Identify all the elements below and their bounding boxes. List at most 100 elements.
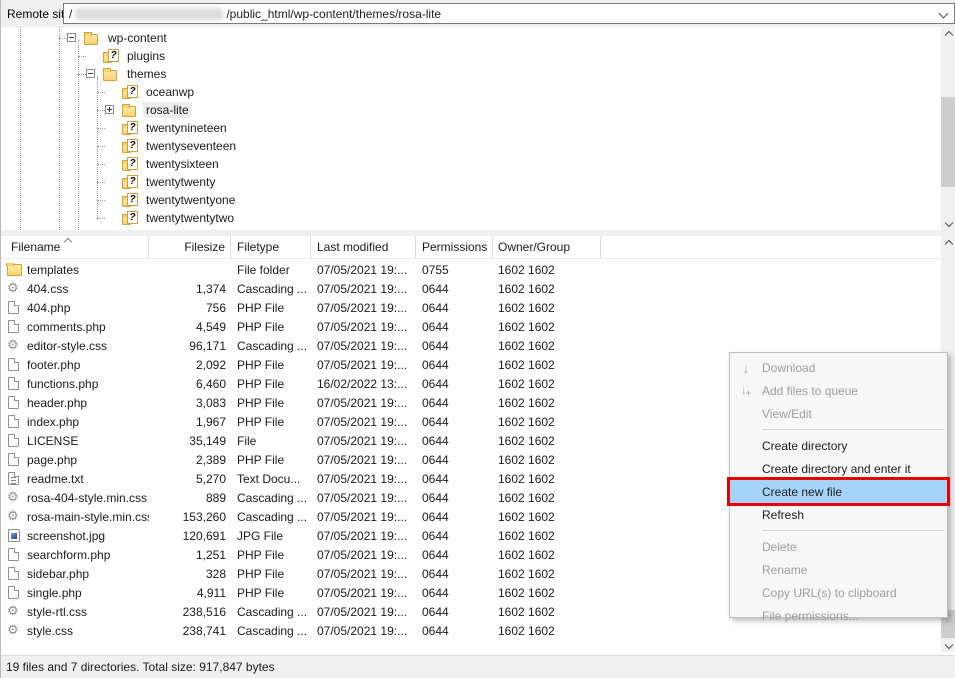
qfolder-icon — [122, 157, 138, 171]
table-row[interactable]: 404.php 756 PHP File 07/05/2021 19:... 0… — [1, 298, 941, 317]
file-type: PHP File — [231, 301, 311, 315]
file-modified: 07/05/2021 19:... — [311, 586, 416, 600]
file-permissions: 0755 — [416, 263, 493, 277]
file-type: JPG File — [231, 529, 311, 543]
php-icon — [7, 586, 21, 600]
file-type: File — [231, 434, 311, 448]
tree-item[interactable]: plugins — [1, 47, 941, 65]
remote-site-combobox[interactable]: //public_html/wp-content/themes/rosa-lit… — [63, 3, 955, 24]
tree-item-label: themes — [124, 66, 169, 82]
qfolder-icon — [122, 139, 138, 153]
tree-item[interactable]: wp-content — [1, 29, 941, 47]
tree-expander-slot — [86, 47, 103, 65]
tree-item[interactable]: rosa-lite — [1, 101, 941, 119]
redacted-path-segment — [75, 8, 223, 20]
tree-item[interactable]: oceanwp — [1, 83, 941, 101]
file-permissions: 0644 — [416, 529, 493, 543]
combobox-dropdown-icon[interactable] — [939, 9, 949, 19]
qfolder-icon — [122, 85, 138, 99]
context-menu-item[interactable]: Create directory — [730, 434, 947, 457]
tree-expander-icon[interactable] — [67, 33, 76, 42]
file-modified: 07/05/2021 19:... — [311, 624, 416, 638]
file-type: PHP File — [231, 415, 311, 429]
tree-item-label: twentyseventeen — [143, 138, 239, 154]
tree-item-label: wp-content — [105, 30, 170, 46]
menu-item-label: Refresh — [762, 508, 804, 522]
css-icon — [7, 510, 21, 524]
scroll-up-icon[interactable] — [941, 27, 955, 42]
file-modified: 07/05/2021 19:... — [311, 510, 416, 524]
context-menu-item[interactable]: Refresh — [730, 503, 947, 526]
tree-item[interactable]: themes — [1, 65, 941, 83]
file-type: PHP File — [231, 377, 311, 391]
table-row[interactable]: comments.php 4,549 PHP File 07/05/2021 1… — [1, 317, 941, 336]
file-size: 5,270 — [149, 472, 231, 486]
php-icon — [7, 415, 21, 429]
file-modified: 16/02/2022 13:... — [311, 377, 416, 391]
css-icon — [7, 605, 21, 619]
file-permissions: 0644 — [416, 282, 493, 296]
tree-item[interactable]: twentysixteen — [1, 155, 941, 173]
scroll-up-icon[interactable] — [941, 236, 955, 251]
txt-icon — [7, 472, 21, 486]
column-header[interactable]: Owner/Group — [493, 236, 601, 258]
folder-icon — [7, 263, 21, 277]
file-owner-group: 1602 1602 — [493, 548, 601, 562]
file-name: single.php — [27, 586, 82, 600]
tree-item-label: rosa-lite — [143, 102, 192, 118]
tree-expander-icon[interactable] — [86, 69, 95, 78]
tree-item[interactable]: twentytwentyone — [1, 191, 941, 209]
file-type: Cascading ... — [231, 605, 311, 619]
file-permissions: 0644 — [416, 605, 493, 619]
file-permissions: 0644 — [416, 377, 493, 391]
php-icon — [7, 320, 21, 334]
file-size: 1,374 — [149, 282, 231, 296]
folder-icon — [103, 67, 119, 81]
tree-expander-slot — [105, 83, 122, 101]
tree-content: wp-content plugins themes — [1, 27, 941, 230]
file-type: PHP File — [231, 586, 311, 600]
tree-item-label: twentytwenty — [143, 174, 218, 190]
file-owner-group: 1602 1602 — [493, 453, 601, 467]
context-menu-item[interactable]: Create directory and enter it — [730, 457, 947, 480]
tree-expander-slot — [105, 119, 122, 137]
column-header[interactable]: Filename — [1, 236, 149, 258]
remote-site-toolbar: Remote site: //public_html/wp-content/th… — [1, 0, 955, 27]
column-header[interactable]: Filetype — [231, 236, 311, 258]
column-header[interactable]: Permissions — [416, 236, 493, 258]
file-type: File folder — [231, 263, 311, 277]
column-header[interactable]: Filesize — [149, 236, 231, 258]
file-name: style.css — [27, 624, 73, 638]
tree-item[interactable]: twentytwentytwo — [1, 209, 941, 227]
file-size: 4,911 — [149, 586, 231, 600]
file-size: 238,741 — [149, 624, 231, 638]
file-modified: 07/05/2021 19:... — [311, 339, 416, 353]
php-icon — [7, 548, 21, 562]
scroll-down-icon[interactable] — [941, 637, 955, 652]
menu-item-label: File permissions... — [762, 609, 859, 623]
context-menu-item: Copy URL(s) to clipboard — [730, 581, 947, 604]
column-header-label: Filetype — [237, 240, 279, 254]
context-menu-item: Rename — [730, 558, 947, 581]
menu-item-label: Add files to queue — [762, 384, 858, 398]
scroll-down-icon[interactable] — [941, 215, 955, 230]
column-header[interactable]: Last modified — [311, 236, 416, 258]
file-permissions: 0644 — [416, 510, 493, 524]
tree-expander-icon[interactable] — [105, 105, 114, 114]
file-size: 153,260 — [149, 510, 231, 524]
context-menu-item: Download — [730, 356, 947, 379]
tree-scrollbar[interactable] — [941, 27, 955, 230]
file-name: screenshot.jpg — [27, 529, 105, 543]
tree-item[interactable]: twentytwenty — [1, 173, 941, 191]
table-row[interactable]: templates File folder 07/05/2021 19:... … — [1, 260, 941, 279]
file-owner-group: 1602 1602 — [493, 529, 601, 543]
context-menu-item[interactable]: Create new file — [730, 480, 947, 503]
column-header-label: Permissions — [422, 240, 487, 254]
tree-scrollbar-thumb[interactable] — [941, 97, 955, 187]
file-size: 238,516 — [149, 605, 231, 619]
tree-item-label: plugins — [124, 48, 168, 64]
table-row[interactable]: 404.css 1,374 Cascading ... 07/05/2021 1… — [1, 279, 941, 298]
file-modified: 07/05/2021 19:... — [311, 434, 416, 448]
tree-item[interactable]: twentyseventeen — [1, 137, 941, 155]
tree-item[interactable]: twentynineteen — [1, 119, 941, 137]
